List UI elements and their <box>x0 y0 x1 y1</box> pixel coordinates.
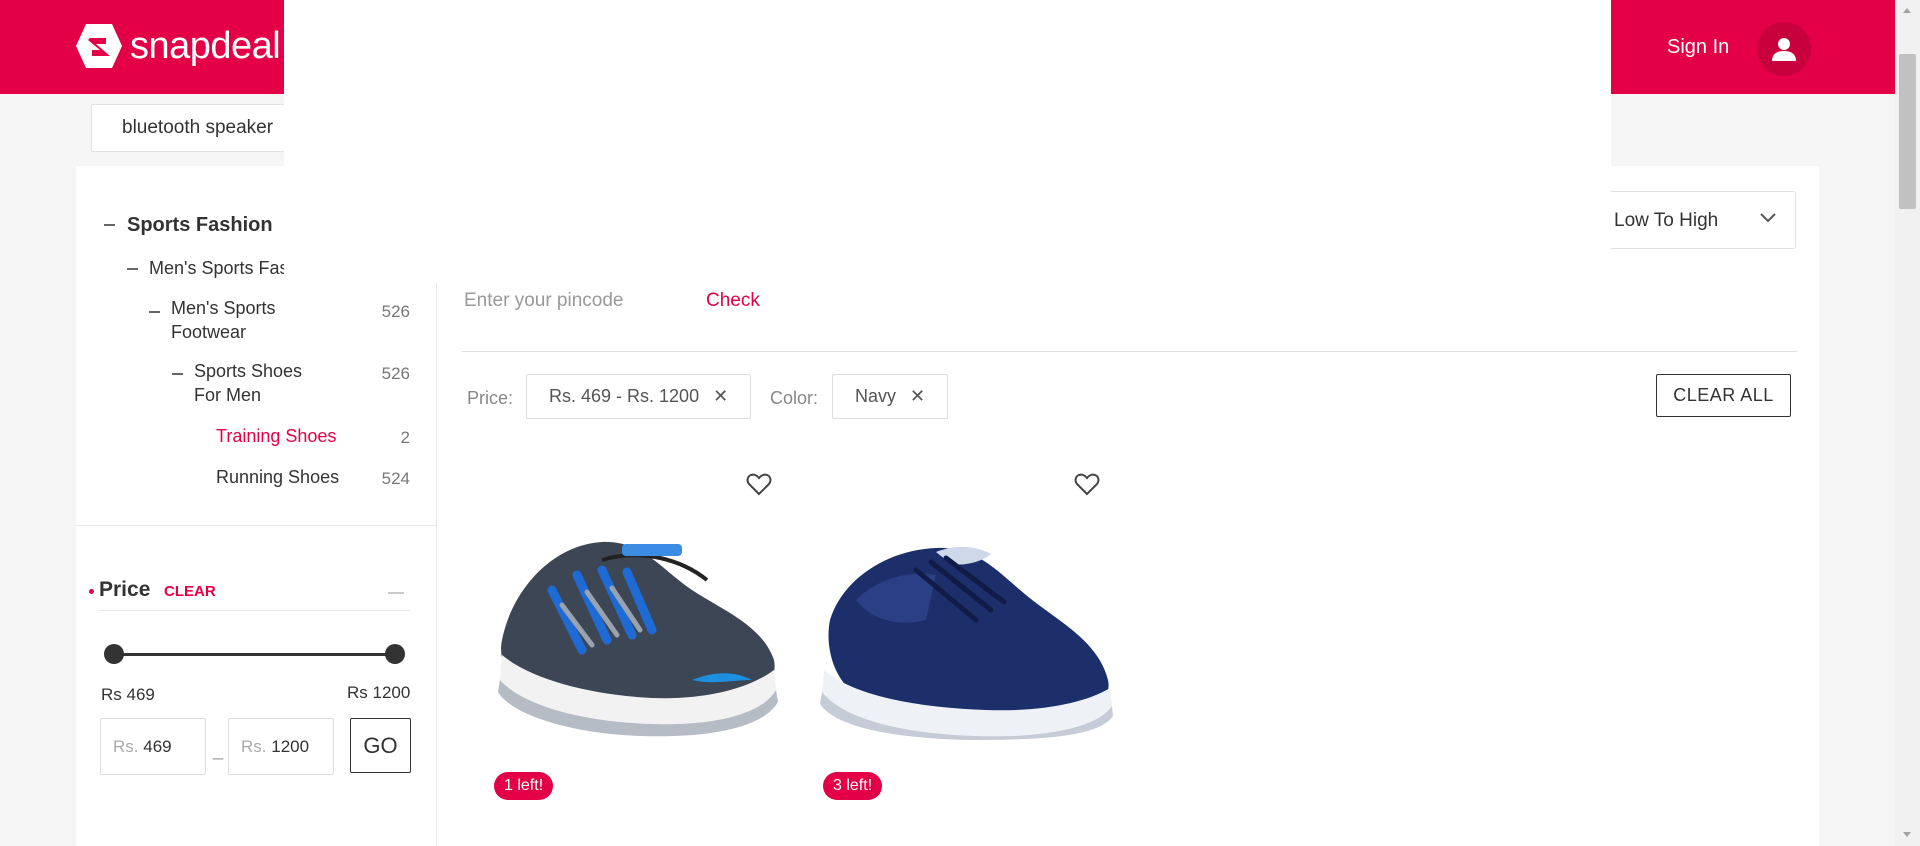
price-min-label: Rs 469 <box>101 685 155 704</box>
currency-prefix: Rs. <box>241 737 267 756</box>
chevron-down-icon <box>1760 213 1776 223</box>
price-slider-min-handle[interactable] <box>104 644 124 664</box>
category-sports-shoes[interactable]: Sports Shoes <box>194 361 302 382</box>
collapse-icon[interactable] <box>127 268 138 270</box>
category-count: 524 <box>381 469 410 488</box>
divider <box>99 610 411 611</box>
price-max-value: 1200 <box>271 737 310 756</box>
category-count: 2 <box>400 428 410 447</box>
close-icon[interactable]: ✕ <box>713 375 728 418</box>
applied-color-label: Color: <box>770 388 819 408</box>
collapse-icon[interactable] <box>172 373 183 375</box>
divider <box>76 525 436 526</box>
price-max-label: Rs 1200 <box>347 683 411 702</box>
snapdeal-logo[interactable]: snapdeal <box>76 24 281 68</box>
category-level1[interactable]: Men's Sports Fas <box>149 258 288 279</box>
stock-badge: 1 left! <box>494 772 554 800</box>
applied-filter-chip-price[interactable]: Rs. 469 - Rs. 1200 ✕ <box>526 374 752 419</box>
price-max-input[interactable]: Rs. 1200 <box>228 718 334 775</box>
scroll-up-arrow-icon[interactable] <box>1903 8 1911 13</box>
pincode-check-button[interactable]: Check <box>706 290 760 312</box>
category-count: 526 <box>381 302 410 321</box>
product-image-navy-running-shoe[interactable] <box>816 540 1114 740</box>
product-image-grey-running-shoe[interactable] <box>492 530 780 740</box>
collapse-icon[interactable] <box>104 224 115 226</box>
applied-filter-chip-color[interactable]: Navy ✕ <box>832 374 949 419</box>
range-dash: _ <box>213 740 224 760</box>
chip-text: Navy <box>855 386 897 406</box>
page-scrollbar[interactable] <box>1895 0 1920 846</box>
sort-selected-value: Low To High <box>1614 210 1719 231</box>
price-min-value: 469 <box>143 737 172 756</box>
logo-text: snapdeal <box>130 24 281 67</box>
price-clear-link[interactable]: CLEAR <box>164 583 216 600</box>
currency-prefix: Rs. <box>113 737 139 756</box>
sort-dropdown[interactable]: Low To High <box>1611 191 1796 249</box>
active-filter-dot <box>89 589 94 594</box>
category-count: 526 <box>381 364 410 383</box>
scrollbar-thumb[interactable] <box>1899 54 1916 209</box>
category-running-shoes[interactable]: Running Shoes <box>216 467 339 488</box>
chip-text: Rs. 469 - Rs. 1200 <box>549 386 700 406</box>
collapse-icon[interactable] <box>149 311 160 313</box>
category-mens-sports-footwear[interactable]: Men's Sports <box>171 298 275 319</box>
wishlist-heart-icon[interactable] <box>746 472 772 496</box>
category-mens-sports-footwear-line2[interactable]: Footwear <box>171 322 246 343</box>
clear-all-button[interactable]: CLEAR ALL <box>1656 374 1791 417</box>
category-root[interactable]: Sports Fashion <box>127 214 273 237</box>
sign-in-link[interactable]: Sign In <box>1667 36 1729 59</box>
stock-badge: 3 left! <box>823 772 883 800</box>
price-filter-heading: Price <box>99 578 151 601</box>
applied-price-label: Price: <box>467 388 514 408</box>
wishlist-heart-icon[interactable] <box>1074 472 1100 496</box>
price-go-button[interactable]: GO <box>350 718 411 773</box>
category-sports-shoes-line2[interactable]: For Men <box>194 385 261 406</box>
overlay-panel <box>284 0 1611 283</box>
user-account-button[interactable] <box>1757 22 1811 76</box>
collapse-icon[interactable] <box>388 592 404 594</box>
logo-icon <box>76 24 122 68</box>
price-min-input[interactable]: Rs. 469 <box>100 718 206 775</box>
divider <box>462 351 1797 352</box>
pincode-input[interactable]: Enter your pincode <box>464 290 624 312</box>
price-slider-track <box>113 653 396 656</box>
price-slider-max-handle[interactable] <box>385 644 405 664</box>
close-icon[interactable]: ✕ <box>910 375 925 418</box>
category-training-shoes[interactable]: Training Shoes <box>216 426 336 447</box>
user-icon <box>1772 38 1796 61</box>
scroll-down-arrow-icon[interactable] <box>1903 832 1911 837</box>
